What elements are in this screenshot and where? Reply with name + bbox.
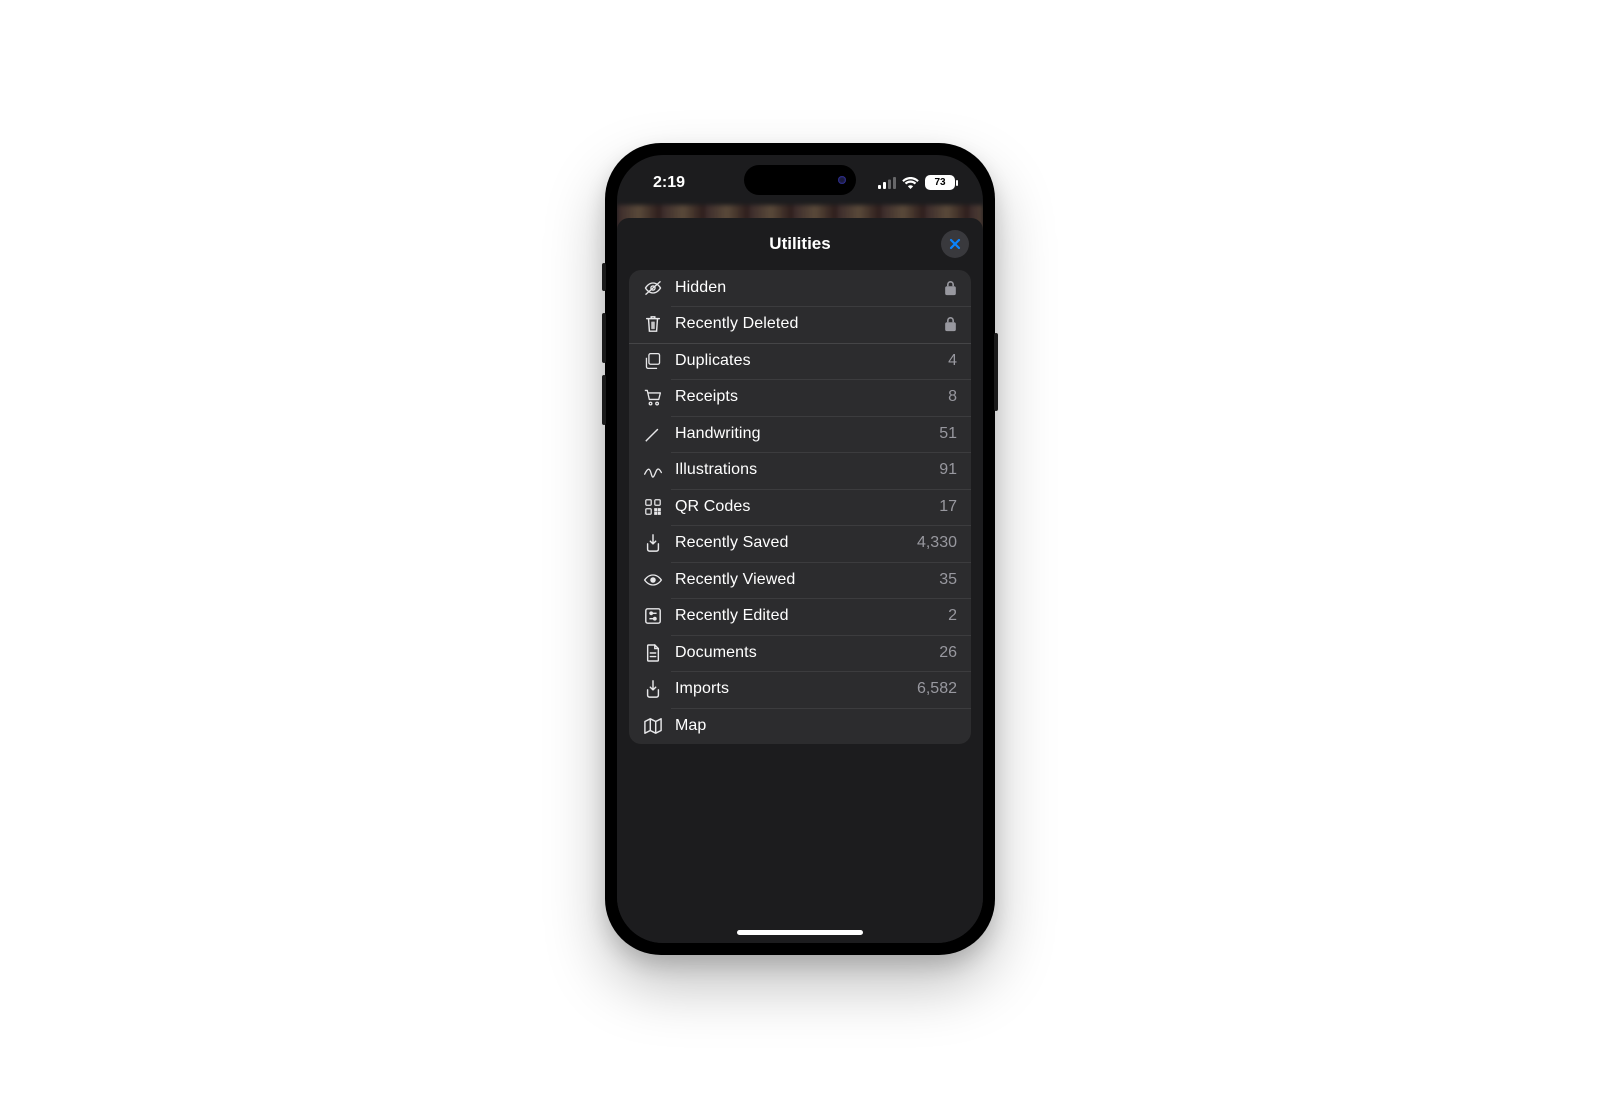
row-map[interactable]: Map xyxy=(629,708,971,745)
qrcode-icon xyxy=(643,497,663,517)
row-recently-deleted[interactable]: Recently Deleted xyxy=(629,306,971,343)
row-label: Recently Deleted xyxy=(675,315,944,333)
row-imports[interactable]: Imports 6,582 xyxy=(629,671,971,708)
row-count: 2 xyxy=(948,607,957,625)
lock-icon xyxy=(944,280,957,296)
row-recently-edited[interactable]: Recently Edited 2 xyxy=(629,598,971,635)
lock-icon xyxy=(944,316,957,332)
eye-slash-icon xyxy=(643,278,663,298)
row-label: Imports xyxy=(675,680,917,698)
row-label: Recently Saved xyxy=(675,534,917,552)
pencil-icon xyxy=(643,424,663,444)
row-recently-saved[interactable]: Recently Saved 4,330 xyxy=(629,525,971,562)
battery-icon: 73 xyxy=(925,175,955,190)
map-icon xyxy=(643,716,663,736)
close-icon xyxy=(949,238,961,250)
cellular-icon xyxy=(878,177,896,189)
utilities-sheet: Utilities Hidden xyxy=(617,218,983,943)
battery-level: 73 xyxy=(934,177,945,188)
row-label: Recently Viewed xyxy=(675,571,939,589)
sheet-header: Utilities xyxy=(617,218,983,270)
eye-circle-icon xyxy=(643,570,663,590)
row-hidden[interactable]: Hidden xyxy=(629,270,971,307)
dynamic-island xyxy=(744,165,856,195)
row-label: Recently Edited xyxy=(675,607,948,625)
row-count: 26 xyxy=(939,644,957,662)
row-label: Hidden xyxy=(675,279,944,297)
row-label: Receipts xyxy=(675,388,948,406)
wifi-icon xyxy=(902,177,919,189)
row-label: Map xyxy=(675,717,957,735)
camera-dot xyxy=(838,176,846,184)
row-label: QR Codes xyxy=(675,498,939,516)
row-count: 6,582 xyxy=(917,680,957,698)
row-label: Documents xyxy=(675,644,939,662)
row-count: 17 xyxy=(939,498,957,516)
row-qr-codes[interactable]: QR Codes 17 xyxy=(629,489,971,526)
home-indicator[interactable] xyxy=(737,930,863,935)
side-button xyxy=(602,263,606,291)
close-button[interactable] xyxy=(941,230,969,258)
trash-icon xyxy=(643,314,663,334)
sheet-title: Utilities xyxy=(769,234,830,254)
row-label: Duplicates xyxy=(675,352,948,370)
scribble-icon xyxy=(643,460,663,480)
rectangle-stack-icon xyxy=(643,351,663,371)
side-button xyxy=(602,313,606,363)
cart-icon xyxy=(643,387,663,407)
row-count: 4 xyxy=(948,352,957,370)
download-box-icon xyxy=(643,533,663,553)
row-handwriting[interactable]: Handwriting 51 xyxy=(629,416,971,453)
utilities-list: Hidden Recently Deleted xyxy=(629,270,971,745)
row-receipts[interactable]: Receipts 8 xyxy=(629,379,971,416)
row-count: 4,330 xyxy=(917,534,957,552)
row-count: 35 xyxy=(939,571,957,589)
side-button xyxy=(602,375,606,425)
row-duplicates[interactable]: Duplicates 4 xyxy=(629,343,971,380)
download-box-icon xyxy=(643,679,663,699)
phone-device-frame: 2:19 73 Utilities xyxy=(605,143,995,955)
document-icon xyxy=(643,643,663,663)
slider-icon xyxy=(643,606,663,626)
row-count: 91 xyxy=(939,461,957,479)
row-count: 51 xyxy=(939,425,957,443)
row-label: Handwriting xyxy=(675,425,939,443)
status-time: 2:19 xyxy=(653,168,685,192)
status-right: 73 xyxy=(878,169,955,190)
phone-screen: 2:19 73 Utilities xyxy=(617,155,983,943)
row-label: Illustrations xyxy=(675,461,939,479)
row-count: 8 xyxy=(948,388,957,406)
row-illustrations[interactable]: Illustrations 91 xyxy=(629,452,971,489)
row-documents[interactable]: Documents 26 xyxy=(629,635,971,672)
row-recently-viewed[interactable]: Recently Viewed 35 xyxy=(629,562,971,599)
side-button xyxy=(994,333,998,411)
